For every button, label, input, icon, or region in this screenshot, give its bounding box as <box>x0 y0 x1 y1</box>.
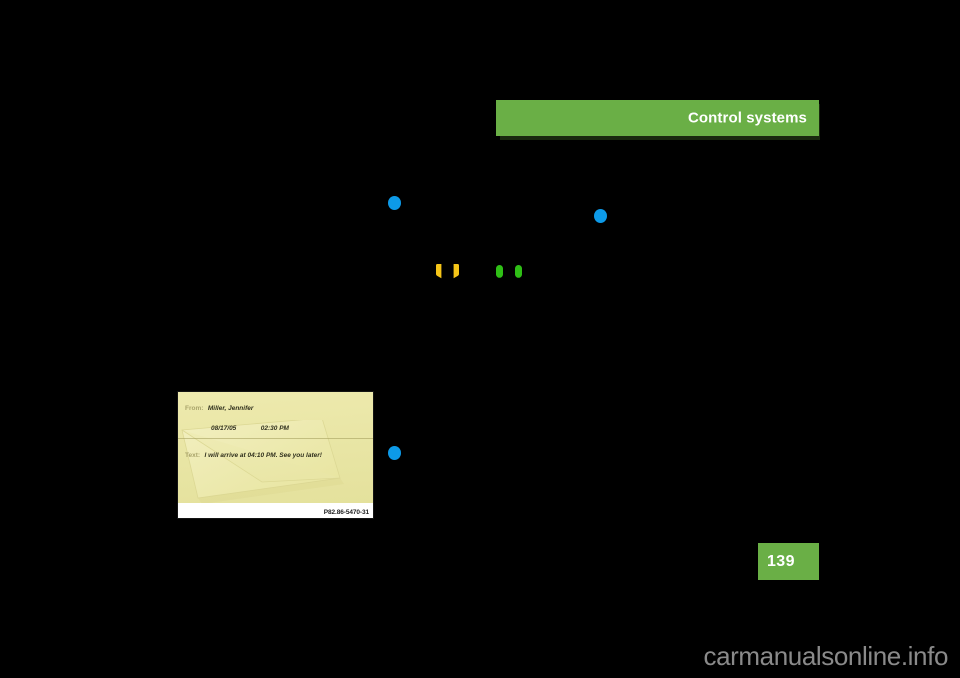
page-title: Control systems <box>687 109 807 127</box>
from-value: Miller, Jennifer <box>207 405 254 412</box>
step-marker-3: 3 <box>388 446 401 460</box>
down-arrow-green-icon <box>515 265 522 280</box>
message-display-screen: From: Miller, Jennifer 08/17/05 02:30 PM… <box>178 392 373 505</box>
step-marker-1: 1 <box>388 196 401 210</box>
left-bracket-yellow-icon <box>436 264 443 279</box>
site-watermark: carmanualsonline.info <box>703 641 948 671</box>
page-number-tab: 139 <box>758 543 819 580</box>
from-label: From: <box>185 405 204 412</box>
message-from-row: From: Miller, Jennifer 08/17/05 02:30 PM <box>178 392 373 439</box>
message-text-row: Text: I will arrive at 04:10 PM. See you… <box>178 439 373 466</box>
text-value: I will arrive at 04:10 PM. See you later… <box>204 452 322 459</box>
page-number: 139 <box>767 552 795 570</box>
message-datetime-row: 08/17/05 02:30 PM <box>185 417 367 435</box>
figure-caption: P82.86-5470-31 <box>323 509 369 516</box>
section-header-bar: Control systems <box>496 100 819 136</box>
right-bracket-yellow-icon <box>452 264 459 279</box>
display-figure: From: Miller, Jennifer 08/17/05 02:30 PM… <box>177 391 374 519</box>
up-arrow-green-icon <box>496 265 503 280</box>
message-time: 02:30 PM <box>260 425 289 432</box>
figure-caption-bar: P82.86-5470-31 <box>178 503 373 518</box>
message-rows: From: Miller, Jennifer 08/17/05 02:30 PM… <box>178 392 373 466</box>
message-date: 08/17/05 <box>211 425 237 432</box>
step-marker-2: 2 <box>594 209 607 223</box>
text-label: Text: <box>185 452 201 459</box>
